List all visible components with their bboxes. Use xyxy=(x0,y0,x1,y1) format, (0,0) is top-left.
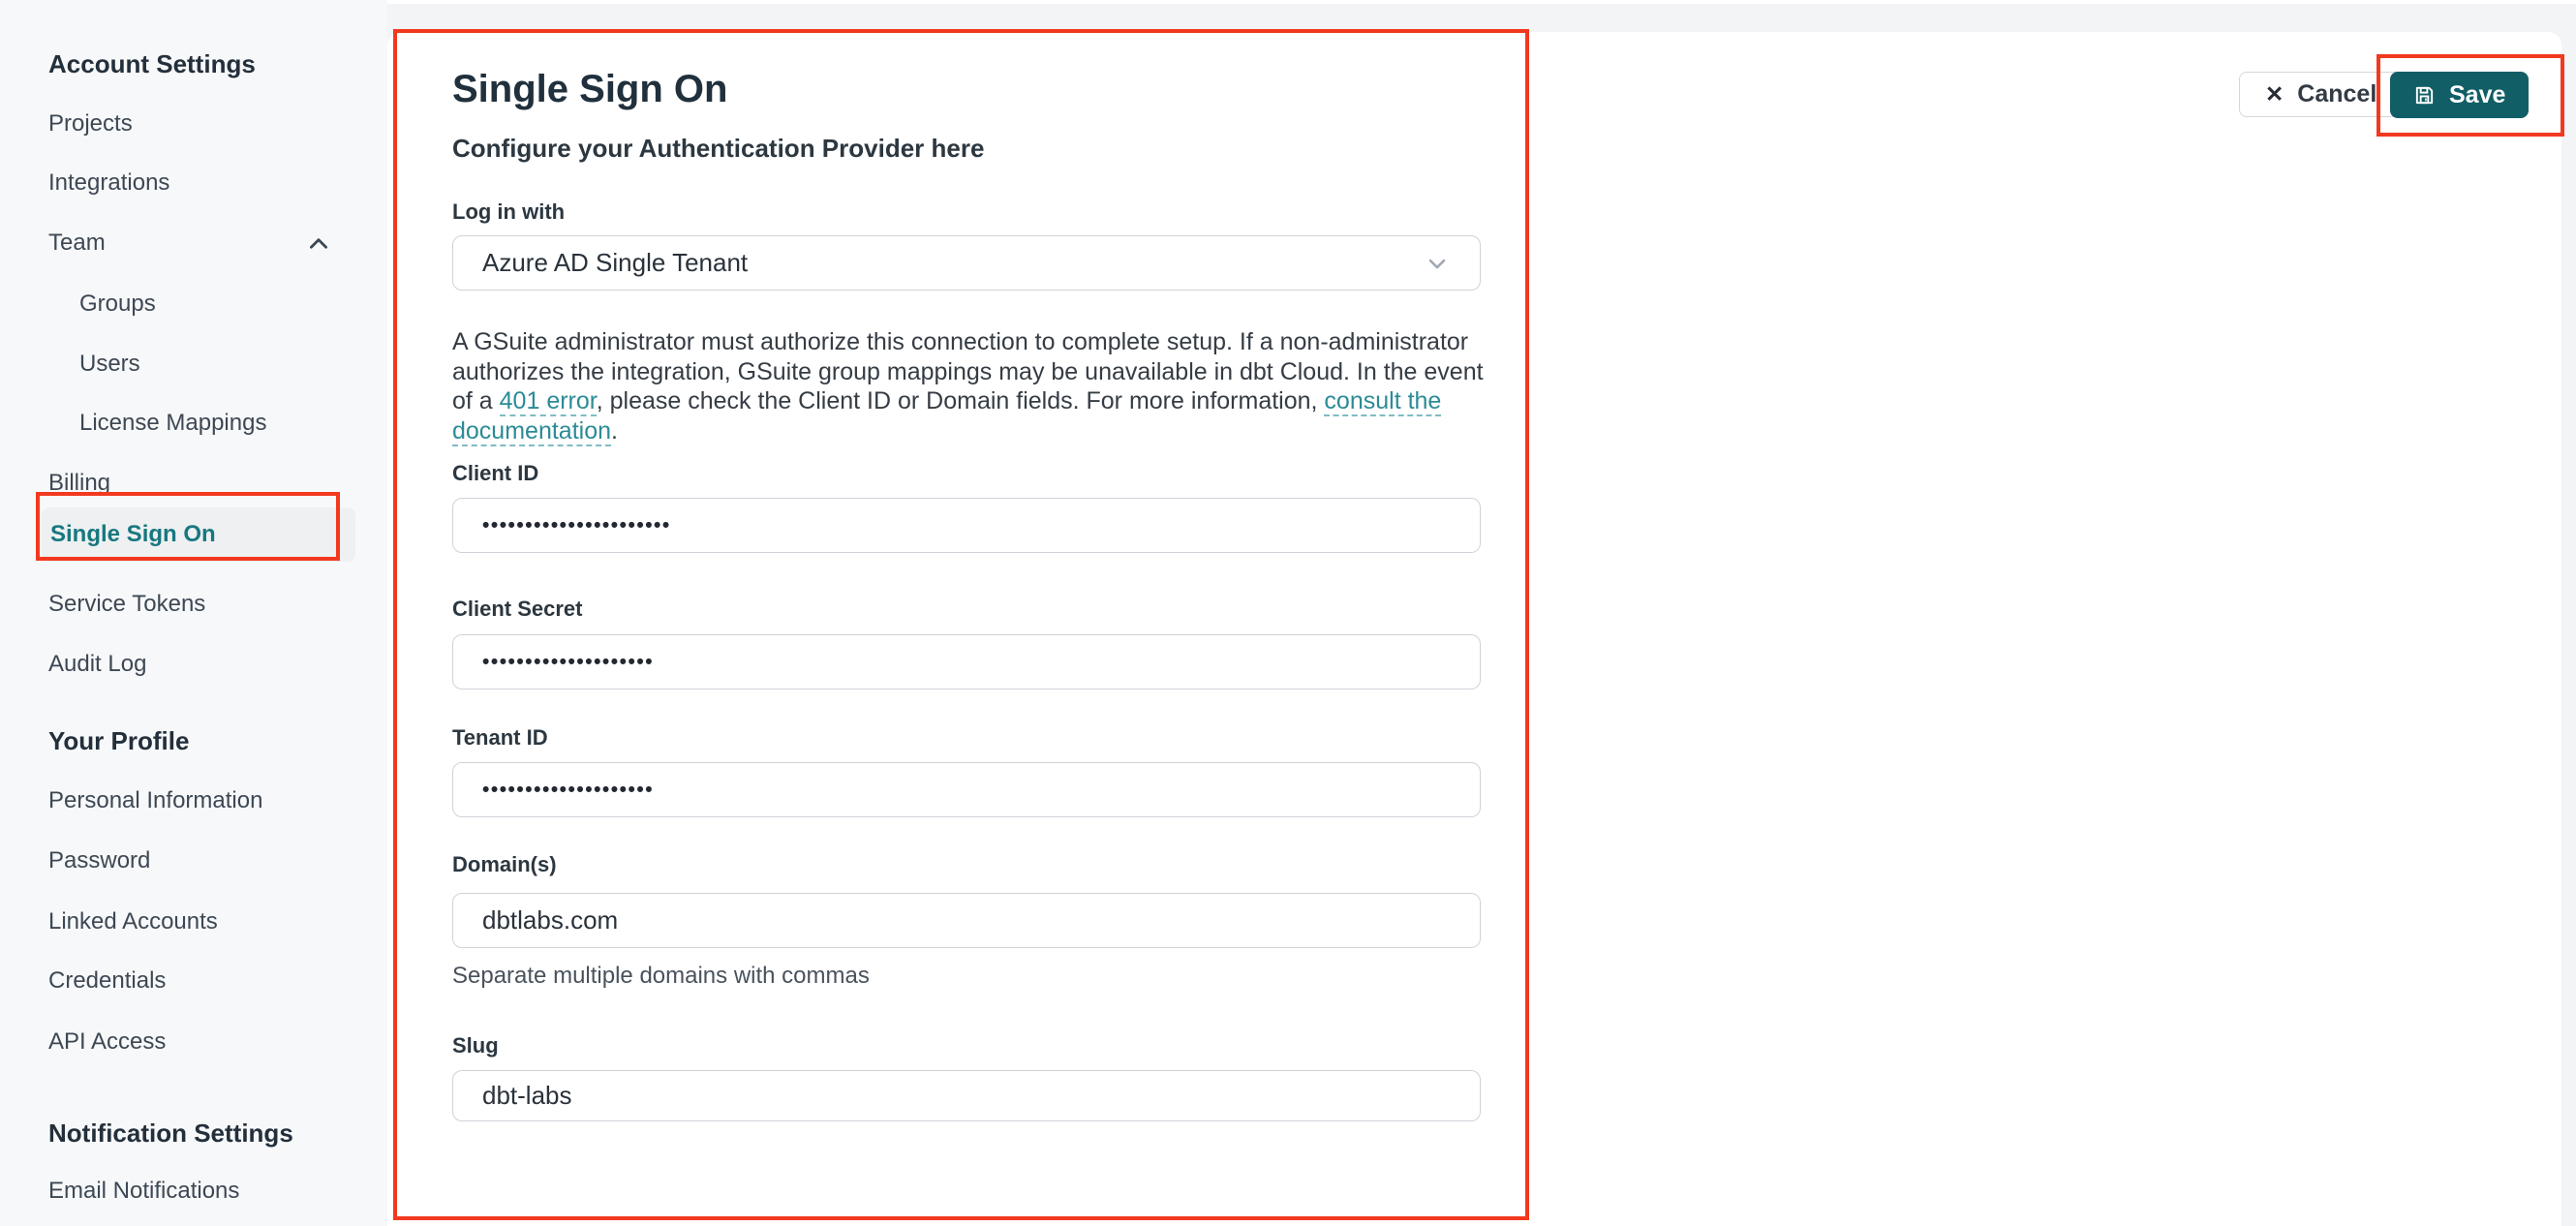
tenant-id-label: Tenant ID xyxy=(452,725,548,750)
sidebar-item-team[interactable]: Team xyxy=(48,227,106,260)
page: Account Settings Projects Integrations T… xyxy=(0,0,2576,1226)
page-title: Single Sign On xyxy=(452,68,728,110)
sidebar-item-license-mappings[interactable]: License Mappings xyxy=(79,407,266,440)
sidebar-item-password[interactable]: Password xyxy=(48,844,150,877)
top-white-strip xyxy=(387,0,2576,4)
slug-label: Slug xyxy=(452,1033,499,1057)
tenant-id-input[interactable] xyxy=(452,762,1481,817)
chevron-down-icon xyxy=(1424,250,1451,277)
sidebar-item-projects[interactable]: Projects xyxy=(48,107,133,140)
sidebar-item-billing[interactable]: Billing xyxy=(48,467,110,500)
save-button[interactable]: Save xyxy=(2390,72,2530,118)
page-subtitle: Configure your Authentication Provider h… xyxy=(452,134,985,163)
sidebar-heading-your-profile: Your Profile xyxy=(48,726,190,755)
sidebar-heading-notification-settings: Notification Settings xyxy=(48,1119,293,1148)
client-secret-label: Client Secret xyxy=(452,597,583,621)
login-with-selected-value: Azure AD Single Tenant xyxy=(482,248,749,277)
sidebar-item-groups[interactable]: Groups xyxy=(79,288,156,321)
login-with-select[interactable]: Azure AD Single Tenant xyxy=(452,235,1481,291)
cancel-button-label: Cancel xyxy=(2297,80,2377,107)
login-with-label: Log in with xyxy=(452,199,566,224)
save-button-label: Save xyxy=(2449,80,2506,108)
sidebar-item-label: Single Sign On xyxy=(50,521,216,547)
domains-input[interactable] xyxy=(452,893,1481,948)
domains-helper-text: Separate multiple domains with commas xyxy=(452,963,870,989)
sidebar-heading-account-settings: Account Settings xyxy=(48,49,256,78)
content-card xyxy=(387,32,2561,1226)
chevron-up-icon[interactable] xyxy=(306,231,331,257)
client-secret-input[interactable] xyxy=(452,634,1481,690)
cancel-button[interactable]: ✕ Cancel xyxy=(2239,72,2404,117)
notice-segment: . xyxy=(611,416,618,444)
client-id-input[interactable] xyxy=(452,498,1481,553)
sidebar-item-integrations[interactable]: Integrations xyxy=(48,167,169,199)
sidebar-item-service-tokens[interactable]: Service Tokens xyxy=(48,588,205,621)
client-id-label: Client ID xyxy=(452,461,539,485)
sidebar-item-single-sign-on[interactable]: Single Sign On xyxy=(42,507,355,562)
gsuite-notice-text: A GSuite administrator must authorize th… xyxy=(452,327,1496,446)
sidebar-item-api-access[interactable]: API Access xyxy=(48,1026,166,1058)
sidebar-item-users[interactable]: Users xyxy=(79,348,140,381)
close-icon: ✕ xyxy=(2265,81,2285,107)
sidebar-item-credentials[interactable]: Credentials xyxy=(48,965,166,997)
notice-segment: , please check the Client ID or Domain f… xyxy=(596,387,1325,414)
sidebar-item-audit-log[interactable]: Audit Log xyxy=(48,648,146,681)
link-401-error[interactable]: 401 error xyxy=(499,387,597,416)
sidebar-item-personal-information[interactable]: Personal Information xyxy=(48,784,262,817)
settings-sidebar: Account Settings Projects Integrations T… xyxy=(0,0,387,1226)
save-floppy-icon xyxy=(2413,84,2436,107)
slug-input[interactable] xyxy=(452,1070,1481,1121)
sidebar-item-email-notifications[interactable]: Email Notifications xyxy=(48,1175,239,1208)
domains-label: Domain(s) xyxy=(452,852,557,876)
sidebar-item-linked-accounts[interactable]: Linked Accounts xyxy=(48,905,218,938)
